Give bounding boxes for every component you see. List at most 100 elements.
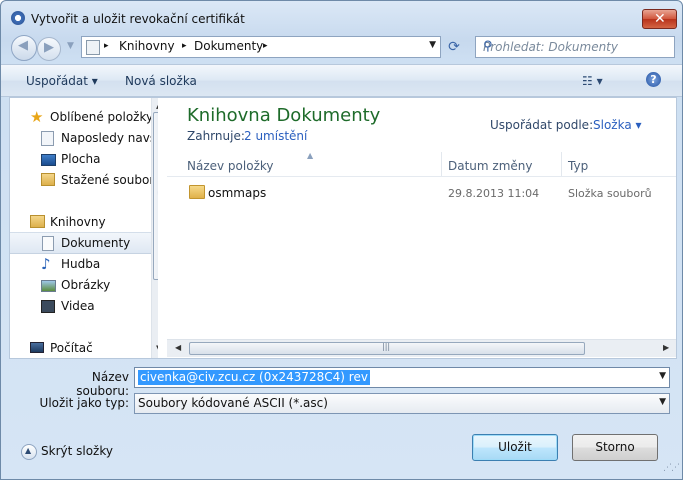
library-title: Knihovna Dokumenty <box>187 105 381 126</box>
column-header-name[interactable]: Název položky <box>187 159 273 173</box>
library-icon <box>30 215 45 228</box>
content-scrollbar[interactable]: ◀ ||| ▶ <box>167 339 676 357</box>
views-icon[interactable]: ☷ ▾ <box>582 74 603 88</box>
breadcrumb-separator[interactable]: ▸ <box>104 41 109 51</box>
address-bar[interactable]: ▸ Knihovny ▸ Dokumenty ▸ ▼ <box>81 36 441 58</box>
sidebar-item-downloads[interactable]: Stažené soubory <box>10 170 158 190</box>
arrange-by-label: Uspořádat podle: <box>490 118 594 132</box>
close-button[interactable]: ✕ <box>642 9 677 29</box>
arrange-by-dropdown[interactable]: Složka ▾ <box>593 118 642 132</box>
chevron-down-icon[interactable]: ▼ <box>659 397 666 407</box>
save-button[interactable]: Uložit <box>472 434 558 461</box>
filetype-value: Soubory kódované ASCII (*.asc) <box>138 396 328 410</box>
sidebar-item-favorites[interactable]: ★ Oblíbené položky <box>10 107 154 127</box>
sidebar-item-label: Obrázky <box>61 278 111 292</box>
column-divider[interactable] <box>561 152 562 176</box>
navigation-pane: ★ Oblíbené položky Naposledy navští Ploc… <box>10 98 158 358</box>
filetype-select[interactable]: Soubory kódované ASCII (*.asc) ▼ <box>134 393 670 414</box>
documents-icon <box>42 236 54 251</box>
arrow-left-icon: ◀ <box>18 38 28 53</box>
search-input[interactable]: Prohledat: Dokumenty ⚲ <box>475 36 675 58</box>
new-folder-button[interactable]: Nová složka <box>125 74 197 88</box>
breadcrumb-documents[interactable]: Dokumenty <box>194 39 263 53</box>
refresh-icon[interactable]: ⟳ <box>443 36 465 58</box>
scroll-down-icon[interactable]: ▼ <box>156 344 158 352</box>
close-icon: ✕ <box>654 11 666 27</box>
filename-label: Název souboru: <box>76 370 129 398</box>
command-bar: Uspořádat ▾ Nová složka ☷ ▾ ? <box>1 64 682 97</box>
sidebar-item-documents[interactable]: Dokumenty <box>10 232 151 254</box>
back-button[interactable]: ◀ <box>11 35 37 61</box>
sidebar-item-label: Oblíbené položky <box>50 110 154 124</box>
sidebar-item-label: Hudba <box>61 257 101 271</box>
sidebar-item-label: Knihovny <box>50 215 106 229</box>
scrollbar-thumb[interactable]: ||| <box>189 342 585 355</box>
chevron-down-icon[interactable]: ▼ <box>429 40 436 50</box>
sort-ascending-icon: ▲ <box>307 151 314 160</box>
save-dialog: Vytvořit a uložit revokační certifikát ✕… <box>0 0 683 480</box>
app-icon <box>11 11 25 25</box>
help-icon[interactable]: ? <box>646 72 661 87</box>
window-title: Vytvořit a uložit revokační certifikát <box>31 12 245 26</box>
recent-places-icon <box>41 131 54 146</box>
scroll-right-icon[interactable]: ▶ <box>663 343 669 352</box>
grip-icon: ≡ <box>157 188 158 197</box>
file-type: Složka souborů <box>568 187 652 200</box>
file-name: osmmaps <box>208 186 267 200</box>
breadcrumb-separator[interactable]: ▸ <box>263 41 268 51</box>
video-icon <box>41 300 55 313</box>
sidebar-item-label: Videa <box>61 299 95 313</box>
breadcrumb-separator[interactable]: ▸ <box>182 41 187 51</box>
forward-button[interactable]: ▶ <box>37 37 61 61</box>
column-divider[interactable] <box>441 152 442 176</box>
sidebar-scrollbar[interactable]: ▲ ≡ ▼ <box>151 98 158 358</box>
resize-grip-icon[interactable]: ⋰⋰ <box>663 463 680 473</box>
hide-folders-label: Skrýt složky <box>41 444 113 458</box>
sidebar-item-label: Stažené soubory <box>61 173 158 187</box>
file-date: 29.8.2013 11:04 <box>448 187 540 200</box>
sidebar-item-videos[interactable]: Videa <box>10 296 151 316</box>
column-header-type[interactable]: Typ <box>568 159 588 173</box>
desktop-icon <box>41 154 56 166</box>
sidebar-item-music[interactable]: ♪ Hudba <box>10 254 151 274</box>
file-row[interactable]: osmmaps 29.8.2013 11:04 Složka souborů <box>167 182 676 202</box>
pictures-icon <box>41 280 56 292</box>
filename-value: civenka@civ.zcu.cz (0x243728C4) rev <box>138 370 370 385</box>
sidebar-item-label: Naposledy navští <box>61 131 158 145</box>
sidebar-item-label: Dokumenty <box>61 236 131 250</box>
filetype-label: Uložit jako typ: <box>39 396 129 410</box>
recent-pages-dropdown[interactable]: ▼ <box>67 41 74 51</box>
content-pane: Knihovna Dokumenty Zahrnuje: 2 umístění … <box>167 98 676 358</box>
scroll-left-icon[interactable]: ◀ <box>175 343 181 352</box>
star-icon: ★ <box>30 108 44 126</box>
breadcrumb-libraries[interactable]: Knihovny <box>119 39 175 53</box>
cancel-button[interactable]: Storno <box>572 434 658 461</box>
chevron-up-icon: ▲ <box>21 444 37 460</box>
title-bar: Vytvořit a uložit revokační certifikát ✕ <box>1 1 682 33</box>
search-icon[interactable]: ⚲ <box>483 39 669 54</box>
arrow-right-icon: ▶ <box>44 40 54 55</box>
column-header-row: ▲ Název položky Datum změny Typ <box>167 151 676 177</box>
sidebar-item-label: Počítač <box>50 341 93 355</box>
browser-pane: ★ Oblíbené položky Naposledy navští Ploc… <box>9 97 677 359</box>
sidebar-item-label: Plocha <box>61 152 101 166</box>
filename-input[interactable]: civenka@civ.zcu.cz (0x243728C4) rev ▼ <box>134 367 670 388</box>
library-locations-link[interactable]: 2 umístění <box>244 129 307 143</box>
organize-button[interactable]: Uspořádat ▾ <box>26 74 98 88</box>
computer-icon <box>30 342 44 353</box>
chevron-down-icon[interactable]: ▼ <box>659 371 666 381</box>
library-includes-label: Zahrnuje: <box>187 129 245 143</box>
folder-icon <box>189 185 205 199</box>
sidebar-item-libraries[interactable]: Knihovny <box>10 212 151 232</box>
folder-icon <box>86 40 100 55</box>
sidebar-item-desktop[interactable]: Plocha <box>10 149 151 169</box>
music-note-icon: ♪ <box>41 255 51 273</box>
sidebar-item-computer[interactable]: Počítač <box>10 338 151 358</box>
sidebar-item-recent[interactable]: Naposledy navští <box>10 128 158 148</box>
scrollbar-thumb[interactable]: ≡ <box>153 112 158 280</box>
column-header-date[interactable]: Datum změny <box>448 159 533 173</box>
downloads-folder-icon <box>41 173 55 186</box>
sidebar-item-pictures[interactable]: Obrázky <box>10 275 151 295</box>
grip-icon: ||| <box>382 342 391 351</box>
scroll-up-icon[interactable]: ▲ <box>156 102 158 110</box>
